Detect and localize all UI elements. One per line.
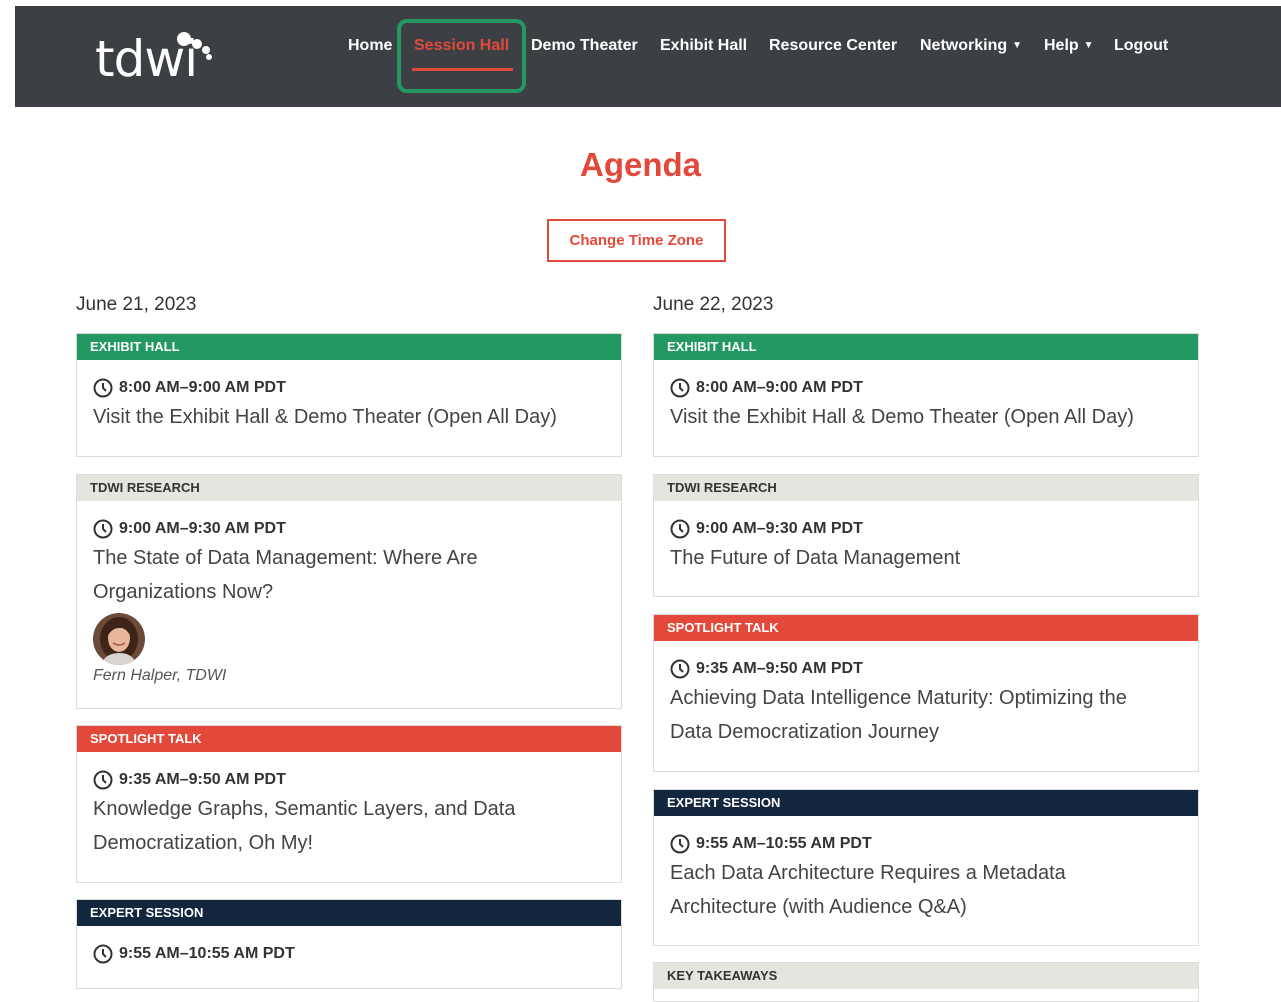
nav-help-label: Help (1044, 37, 1079, 54)
session-card[interactable]: SPOTLIGHT TALK 9:35 AM–9:50 AM PDT Achie… (653, 614, 1199, 772)
speaker-name[interactable]: Fern Halper, TDWI (93, 667, 605, 685)
main-nav: Home Session Hall Demo Theater Exhibit H… (0, 0, 1281, 101)
session-card[interactable]: TDWI RESEARCH 9:00 AM–9:30 AM PDT The St… (76, 474, 622, 709)
caret-down-icon: ▼ (1012, 40, 1023, 51)
session-time-text: 9:00 AM–9:30 AM PDT (696, 520, 863, 537)
session-time-text: 9:35 AM–9:50 AM PDT (696, 660, 863, 677)
session-card[interactable]: EXPERT SESSION 9:55 AM–10:55 AM PDT (76, 899, 622, 989)
clock-icon (670, 834, 690, 854)
session-time: 9:35 AM–9:50 AM PDT (93, 770, 605, 790)
session-title[interactable]: Visit the Exhibit Hall & Demo Theater (O… (670, 400, 1182, 434)
clock-icon (93, 378, 113, 398)
session-category: EXPERT SESSION (654, 790, 1198, 816)
session-time: 9:55 AM–10:55 AM PDT (670, 834, 1182, 854)
session-time: 8:00 AM–9:00 AM PDT (93, 378, 605, 398)
nav-exhibit-hall[interactable]: Exhibit Hall (660, 37, 747, 55)
session-category: SPOTLIGHT TALK (654, 615, 1198, 641)
session-title-line: Data Democratization Journey (670, 721, 940, 743)
session-card[interactable]: EXHIBIT HALL 8:00 AM–9:00 AM PDT Visit t… (76, 333, 622, 457)
clock-icon (93, 519, 113, 539)
session-title-line: Organizations Now? (93, 581, 274, 603)
session-time: 8:00 AM–9:00 AM PDT (670, 378, 1182, 398)
nav-demo-theater[interactable]: Demo Theater (531, 37, 638, 55)
session-title-line: Democratization, Oh My! (93, 832, 314, 854)
nav-help[interactable]: Help ▼ (1044, 37, 1094, 55)
session-time: 9:00 AM–9:30 AM PDT (670, 519, 1182, 539)
day-1-date: June 21, 2023 (76, 294, 197, 315)
session-time-text: 9:55 AM–10:55 AM PDT (119, 945, 295, 962)
session-time-text: 9:35 AM–9:50 AM PDT (119, 771, 286, 788)
clock-icon (670, 519, 690, 539)
session-category: KEY TAKEAWAYS (654, 963, 1198, 989)
session-category: EXHIBIT HALL (77, 334, 621, 360)
nav-networking[interactable]: Networking ▼ (920, 37, 1022, 55)
session-title[interactable]: The Future of Data Management (670, 541, 1182, 575)
session-category: SPOTLIGHT TALK (77, 726, 621, 752)
clock-icon (670, 659, 690, 679)
session-time: 9:00 AM–9:30 AM PDT (93, 519, 605, 539)
session-card[interactable]: SPOTLIGHT TALK 9:35 AM–9:50 AM PDT Knowl… (76, 725, 622, 883)
session-title-line: Achieving Data Intelligence Maturity: Op… (670, 687, 1127, 709)
session-title[interactable]: Knowledge Graphs, Semantic Layers, and D… (93, 792, 605, 860)
change-time-zone-button[interactable]: Change Time Zone (547, 219, 726, 262)
clock-icon (93, 770, 113, 790)
session-card[interactable]: EXPERT SESSION 9:55 AM–10:55 AM PDT Each… (653, 789, 1199, 946)
session-title[interactable]: Achieving Data Intelligence Maturity: Op… (670, 681, 1182, 749)
caret-down-icon: ▼ (1083, 40, 1094, 51)
session-hall-highlight (397, 19, 526, 93)
nav-home[interactable]: Home (348, 37, 392, 55)
session-title[interactable]: Visit the Exhibit Hall & Demo Theater (O… (93, 400, 605, 434)
session-card[interactable]: KEY TAKEAWAYS (653, 962, 1199, 1002)
session-card[interactable]: TDWI RESEARCH 9:00 AM–9:30 AM PDT The Fu… (653, 474, 1199, 597)
nav-networking-label: Networking (920, 37, 1008, 54)
session-category: TDWI RESEARCH (654, 475, 1198, 501)
session-title-line: Architecture (with Audience Q&A) (670, 896, 967, 918)
clock-icon (93, 944, 113, 964)
nav-resource-center[interactable]: Resource Center (769, 37, 897, 55)
session-category: TDWI RESEARCH (77, 475, 621, 501)
session-title[interactable]: Each Data Architecture Requires a Metada… (670, 856, 1182, 924)
session-category: EXHIBIT HALL (654, 334, 1198, 360)
session-time-text: 8:00 AM–9:00 AM PDT (119, 379, 286, 396)
clock-icon (670, 378, 690, 398)
session-time-text: 9:00 AM–9:30 AM PDT (119, 520, 286, 537)
session-card[interactable]: EXHIBIT HALL 8:00 AM–9:00 AM PDT Visit t… (653, 333, 1199, 457)
speaker-avatar[interactable] (93, 613, 145, 665)
nav-logout[interactable]: Logout (1114, 37, 1168, 55)
session-category: EXPERT SESSION (77, 900, 621, 926)
session-time-text: 8:00 AM–9:00 AM PDT (696, 379, 863, 396)
session-title-line: Knowledge Graphs, Semantic Layers, and D… (93, 798, 516, 820)
session-title[interactable]: The State of Data Management: Where Are … (93, 541, 605, 609)
session-time: 9:55 AM–10:55 AM PDT (93, 944, 605, 964)
session-time-text: 9:55 AM–10:55 AM PDT (696, 835, 872, 852)
day-2-date: June 22, 2023 (653, 294, 774, 315)
session-title-line: Each Data Architecture Requires a Metada… (670, 862, 1066, 884)
session-time: 9:35 AM–9:50 AM PDT (670, 659, 1182, 679)
page-title: Agenda (579, 146, 701, 183)
session-title-line: The State of Data Management: Where Are (93, 547, 478, 569)
